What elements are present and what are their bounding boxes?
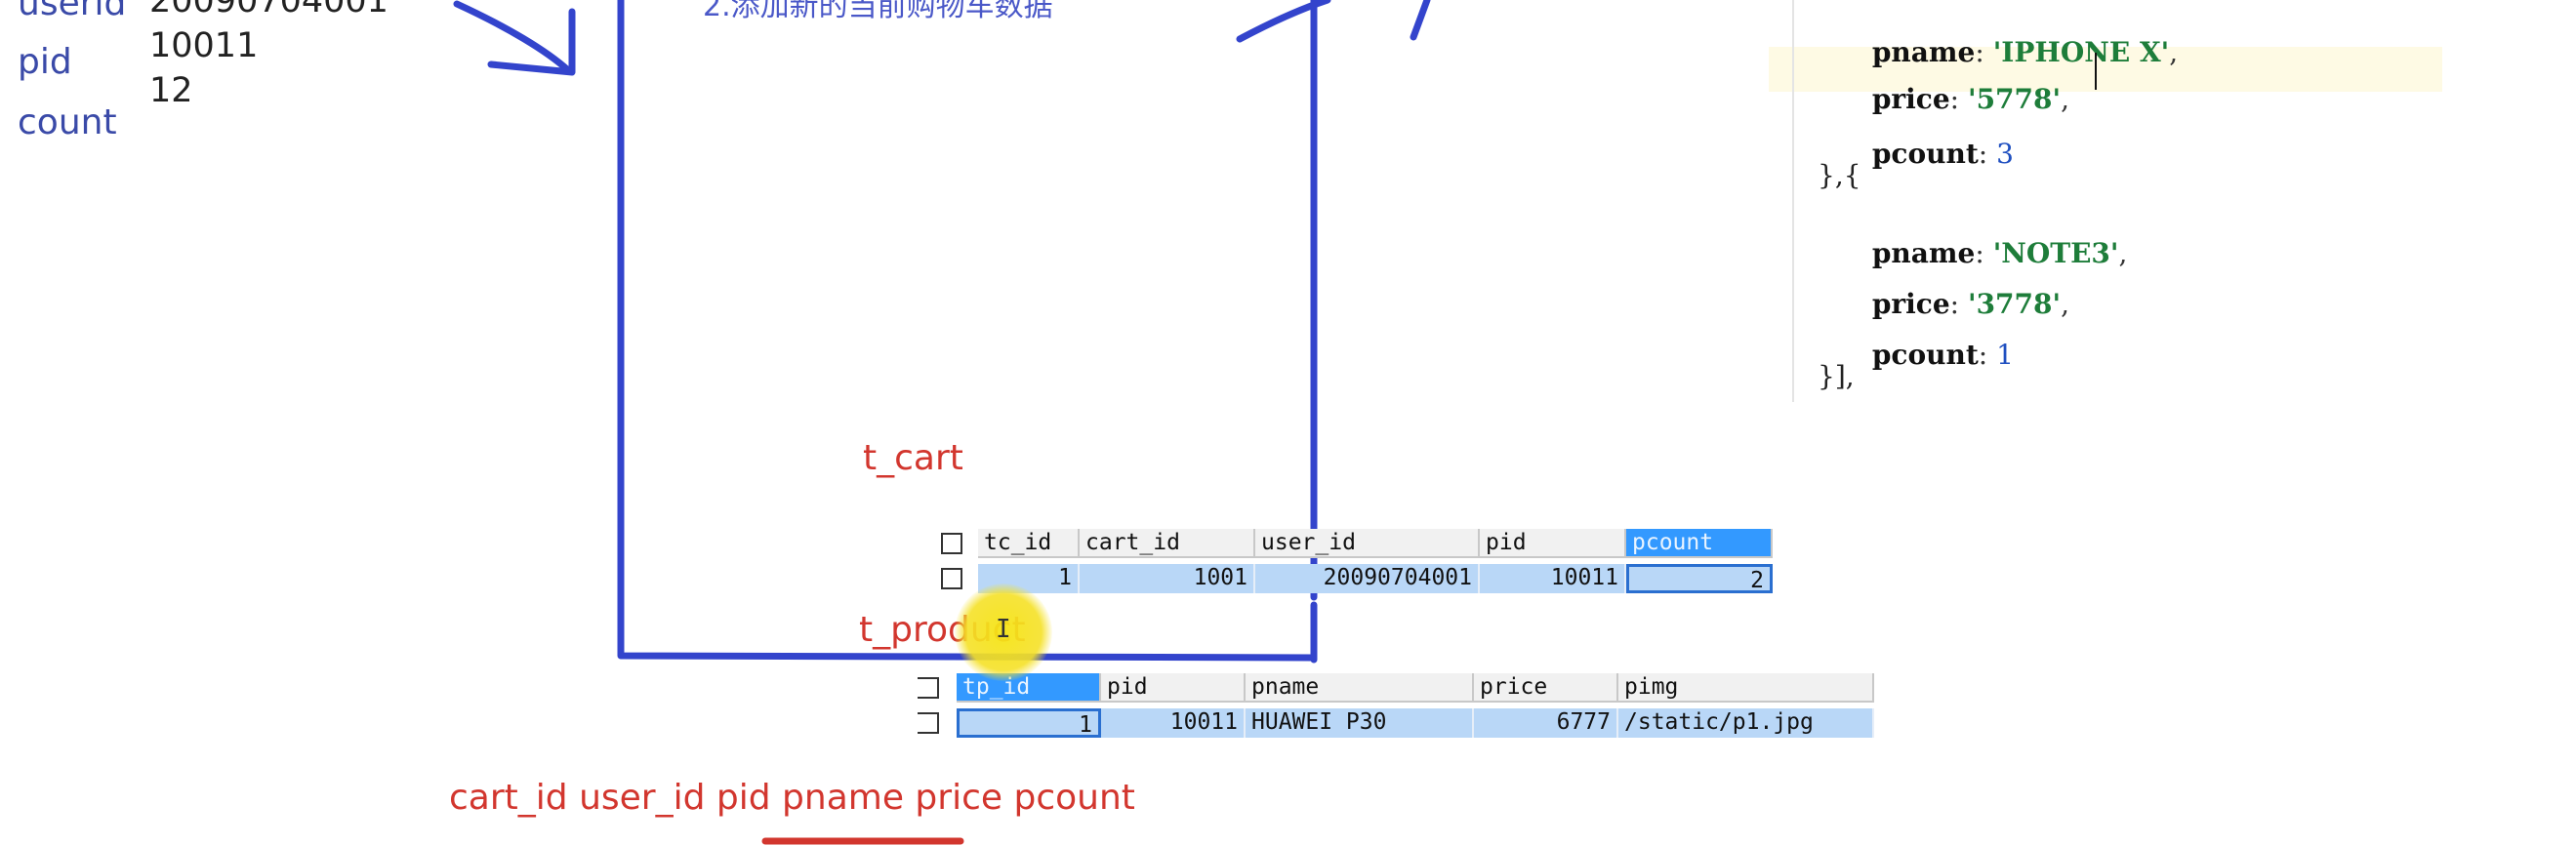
value-count: 12 xyxy=(149,71,193,110)
annotation-arrow-right xyxy=(1236,0,1331,43)
col-header-pid[interactable]: pid xyxy=(1480,529,1626,558)
label-userid: userid xyxy=(18,0,127,23)
col-header-tp-id[interactable]: tp_id xyxy=(957,673,1101,703)
code-line-3: pcount: 3 xyxy=(1871,138,2014,170)
code-line-4: },{ xyxy=(1818,159,1861,191)
col-header-user-id[interactable]: user_id xyxy=(1255,529,1480,558)
fields-line: cart_id user_id pid pname price pcount xyxy=(449,778,1135,818)
label-count: count xyxy=(18,102,117,142)
value-userid: 20090704001 xyxy=(149,0,388,20)
cell-price[interactable]: 6777 xyxy=(1474,708,1618,738)
code-line-8: }], xyxy=(1818,360,1855,392)
code-key: pcount xyxy=(1871,339,1979,371)
code-line-7: pcount: 1 xyxy=(1871,339,2014,371)
code-key: pcount xyxy=(1871,138,1979,170)
col-header-tc-id[interactable]: tc_id xyxy=(978,529,1080,558)
col-header-pimg[interactable]: pimg xyxy=(1618,673,1874,703)
cell-pid[interactable]: 10011 xyxy=(1101,708,1246,738)
text-cursor-icon: I xyxy=(996,615,1011,644)
col-header-price[interactable]: price xyxy=(1474,673,1618,703)
cell-pid[interactable]: 10011 xyxy=(1480,564,1626,593)
annotation-tick xyxy=(1410,0,1431,41)
annotation-arrow-left xyxy=(453,0,572,74)
col-header-pname[interactable]: pname xyxy=(1246,673,1474,703)
code-key: price xyxy=(1871,83,1950,115)
code-line-5: pname: 'NOTE3', xyxy=(1871,237,2128,269)
label-pid: pid xyxy=(18,42,72,82)
step-note: 2.添加新的当前购物车数据 xyxy=(703,0,1053,23)
row-checkbox[interactable] xyxy=(941,568,962,589)
code-line-2: price: '5778', xyxy=(1871,83,2069,115)
cell-user-id[interactable]: 20090704001 xyxy=(1255,564,1480,593)
editor-guide-line xyxy=(1792,0,1794,402)
code-line-6: price: '3778', xyxy=(1871,288,2069,320)
t-cart-label: t_cart xyxy=(863,438,963,478)
annotation-arrowhead-left xyxy=(487,8,576,76)
cell-pimg[interactable]: /static/p1.jpg xyxy=(1618,708,1874,738)
text-caret xyxy=(2095,53,2097,90)
annotation-box xyxy=(617,0,1318,662)
select-all-checkbox[interactable] xyxy=(918,677,939,699)
cell-cart-id[interactable]: 1001 xyxy=(1080,564,1255,593)
select-all-checkbox[interactable] xyxy=(941,533,962,554)
col-header-cart-id[interactable]: cart_id xyxy=(1080,529,1255,558)
col-header-pcount[interactable]: pcount xyxy=(1626,529,1773,558)
code-number: 3 xyxy=(1996,138,2014,170)
cell-pname[interactable]: HUAWEI P30 xyxy=(1246,708,1474,738)
col-header-pid[interactable]: pid xyxy=(1101,673,1246,703)
cell-pcount[interactable]: 2 xyxy=(1626,564,1773,593)
cell-tp-id[interactable]: 1 xyxy=(957,708,1101,738)
code-number: 1 xyxy=(1996,339,2014,371)
row-checkbox[interactable] xyxy=(918,712,939,734)
value-pid: 10011 xyxy=(149,26,259,65)
code-value: '5778' xyxy=(1968,83,2062,115)
